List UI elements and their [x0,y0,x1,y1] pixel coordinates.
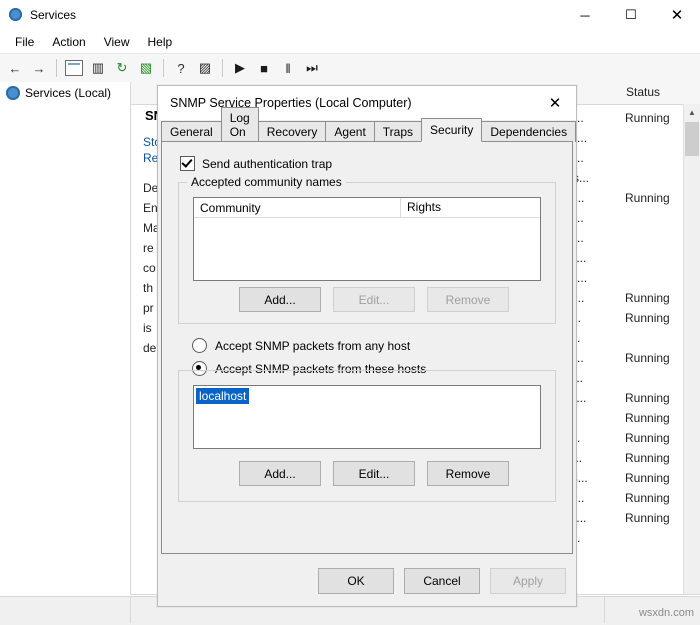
menu-view[interactable]: View [95,33,139,51]
column-header-status[interactable]: Status [626,85,660,99]
accepted-community-names-group: Accepted community names Community Right… [178,175,556,324]
tab-log-on[interactable]: Log On [220,107,259,142]
community-names-header: Community Rights [194,198,540,218]
list-item[interactable]: localhost [196,388,250,404]
new-window-button[interactable]: ▨ [194,57,216,79]
apply-button: Apply [490,568,566,594]
dialog-footer: OK Cancel Apply [318,568,566,594]
hosts-edit-button[interactable]: Edit... [333,461,415,486]
cancel-button[interactable]: Cancel [404,568,480,594]
back-button[interactable]: ← [4,57,26,79]
column-header-rights[interactable]: Rights [400,198,441,217]
start-service-button[interactable]: ▶ [229,57,251,79]
menu-help[interactable]: Help [139,33,182,51]
window-title: Services [30,8,77,22]
dialog-body: General Log On Recovery Agent Traps Secu… [158,107,577,606]
help-button[interactable]: ? [170,57,192,79]
sidebar-item-services-local[interactable]: Services (Local) [0,82,130,104]
toolbar: ← → ▥ ↻ ▧ ? ▨ ▶ ■ ‖ ⏭ [0,54,700,83]
toolbar-separator [56,59,57,77]
dialog-tabs: General Log On Recovery Agent Traps Secu… [161,107,577,142]
restart-service-button[interactable]: ⏭ [301,57,323,79]
send-authentication-trap-label: Send authentication trap [202,156,333,171]
column-header-community[interactable]: Community [194,201,400,215]
forward-button[interactable]: → [28,57,50,79]
dialog-close-icon[interactable]: ✕ [534,86,576,120]
scroll-up-arrow-icon[interactable]: ▲ [684,104,700,120]
tab-general[interactable]: General [161,121,222,142]
close-button[interactable]: ✕ [654,0,700,30]
stop-service-button[interactable]: ■ [253,57,275,79]
accepted-community-names-legend: Accepted community names [187,175,346,189]
menu-bar: File Action View Help [0,31,700,54]
tab-recovery[interactable]: Recovery [257,121,327,142]
community-buttons: Add... Edit... Remove [239,287,509,312]
hosts-buttons: Add... Edit... Remove [239,461,509,486]
pause-service-button[interactable]: ‖ [277,57,299,79]
services-gear-icon [8,7,24,23]
maximize-button[interactable]: ☐ [608,0,654,30]
tab-agent[interactable]: Agent [325,121,375,142]
ok-button[interactable]: OK [318,568,394,594]
send-authentication-trap-row[interactable]: Send authentication trap [180,156,332,171]
title-bar: Services ─ ☐ ✕ [0,0,700,31]
community-edit-button: Edit... [333,287,415,312]
list-vertical-scrollbar[interactable]: ▲ [683,104,700,595]
accept-from-any-host-row[interactable]: Accept SNMP packets from any host [192,338,410,353]
window-controls: ─ ☐ ✕ [562,0,700,30]
services-window: Services ─ ☐ ✕ File Action View Help ← →… [0,0,700,623]
security-tab-panel: Send authentication trap Accepted commun… [161,141,573,554]
sidebar-item-label: Services (Local) [25,86,112,100]
send-authentication-trap-checkbox[interactable] [180,156,195,171]
show-hide-console-tree-button[interactable] [63,57,85,79]
community-remove-button: Remove [427,287,509,312]
accept-from-any-host-label: Accept SNMP packets from any host [215,338,411,353]
refresh-button[interactable]: ↻ [111,57,133,79]
properties-button[interactable]: ▧ [135,57,157,79]
minimize-button[interactable]: ─ [562,0,608,30]
watermark: wsxdn.com [638,607,694,619]
console-tree: Services (Local) [0,82,131,595]
accept-from-any-host-radio[interactable] [192,338,207,353]
community-names-listbox[interactable]: Community Rights [193,197,541,281]
tab-traps[interactable]: Traps [373,121,423,142]
accepted-hosts-group: localhost Add... Edit... Remove [178,370,556,502]
snmp-service-properties-dialog: SNMP Service Properties (Local Computer)… [157,85,577,607]
status-cell-left [0,597,131,623]
scrollbar-thumb[interactable] [685,122,699,156]
community-add-button[interactable]: Add... [239,287,321,312]
export-list-button[interactable]: ▥ [87,57,109,79]
services-gear-icon [6,86,20,100]
tab-dependencies[interactable]: Dependencies [481,121,577,142]
tab-security[interactable]: Security [421,118,483,142]
hosts-remove-button[interactable]: Remove [427,461,509,486]
toolbar-separator [222,59,223,77]
toolbar-separator [163,59,164,77]
hosts-add-button[interactable]: Add... [239,461,321,486]
dialog-title: SNMP Service Properties (Local Computer) [170,96,412,110]
menu-action[interactable]: Action [43,33,94,51]
hosts-listbox[interactable]: localhost [193,385,541,449]
menu-file[interactable]: File [6,33,43,51]
